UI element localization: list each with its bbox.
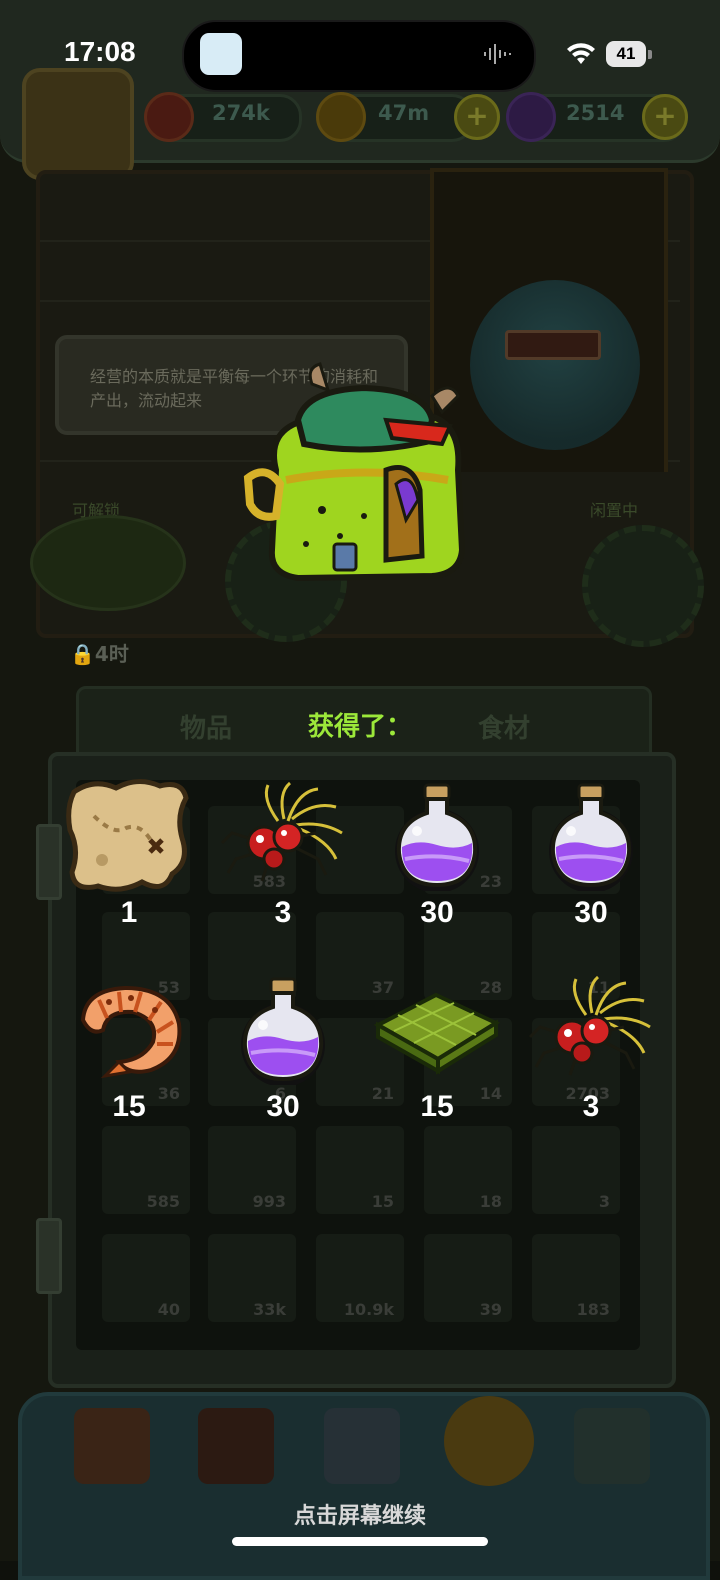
reward-item: 3 (208, 776, 358, 930)
bag-nav-icon[interactable] (444, 1396, 534, 1486)
reward-count: 15 (112, 1090, 146, 1123)
treasure-map-icon (54, 776, 204, 896)
inventory-side-tab[interactable] (36, 1218, 62, 1294)
inventory-slot-count: 585 (146, 1192, 180, 1211)
book-nav-icon[interactable] (324, 1408, 400, 1484)
inventory-slot-count: 40 (157, 1300, 180, 1319)
monsters-nav-icon[interactable] (198, 1408, 274, 1484)
coin-icon (316, 92, 366, 142)
idle-station-gear[interactable] (582, 525, 704, 647)
locked-station[interactable] (30, 515, 186, 611)
reward-item: 1 (54, 776, 204, 930)
tap-to-continue-hint[interactable]: 点击屏幕继续 (0, 1498, 720, 1530)
inventory-slot-count: 183 (576, 1300, 610, 1319)
purple-potion-icon (362, 776, 512, 896)
purple-potion-icon (516, 776, 666, 896)
shopkeeper-monster[interactable] (470, 280, 640, 450)
obtained-title: 获得了： (307, 712, 412, 742)
lock-icon: 🔒 (70, 642, 95, 666)
reward-item: 30 (516, 776, 666, 930)
wifi-icon (567, 43, 595, 64)
reward-item: 3 (516, 970, 666, 1124)
reward-count: 30 (574, 896, 608, 929)
inventory-slot-count: 993 (252, 1192, 286, 1211)
audio-wave-icon (484, 44, 511, 64)
shrimp-icon (54, 970, 204, 1090)
inventory-slot-count: 10.9k (343, 1300, 394, 1319)
reward-count: 3 (274, 896, 292, 929)
add-coin-button[interactable]: + (454, 94, 500, 140)
inventory-slot-count: 15 (371, 1192, 394, 1211)
coin-count: 47m (378, 101, 430, 125)
seaweed-sheet-icon (362, 970, 512, 1090)
player-avatar[interactable] (22, 68, 134, 180)
status-time: 17:08 (64, 36, 136, 67)
reward-bag-icon (243, 362, 466, 582)
lock-timer: 🔒4时 (70, 642, 129, 666)
reward-count: 3 (582, 1090, 600, 1123)
app-thumbnail-icon (200, 33, 242, 75)
inventory-slot-count: 18 (479, 1192, 502, 1211)
red-spider-icon (516, 970, 666, 1090)
shop-nav-icon[interactable] (74, 1408, 150, 1484)
reward-item: 30 (208, 970, 358, 1124)
battery-icon: 41 (606, 41, 646, 67)
inventory-slot-count: 39 (479, 1300, 502, 1319)
inventory-slot-count: 33k (253, 1300, 286, 1319)
eyeball-count: 274k (212, 101, 270, 125)
home-indicator[interactable] (232, 1537, 488, 1546)
purple-potion-icon (208, 970, 358, 1090)
add-potion-button[interactable]: + (642, 94, 688, 140)
reward-count: 30 (266, 1090, 300, 1123)
potion-icon (506, 92, 556, 142)
reward-item: 30 (362, 776, 512, 930)
reward-item: 15 (362, 970, 512, 1124)
potion-count: 2514 (566, 101, 625, 125)
idle-label: 闲置中 (590, 501, 639, 520)
reward-count: 30 (420, 896, 454, 929)
reward-count: 1 (120, 896, 138, 929)
reward-count: 15 (420, 1090, 454, 1123)
inventory-slot-count: 3 (598, 1192, 610, 1211)
eyeball-icon (144, 92, 194, 142)
reward-item: 15 (54, 970, 204, 1124)
grid-menu-icon[interactable] (574, 1408, 650, 1484)
red-spider-icon (208, 776, 358, 896)
